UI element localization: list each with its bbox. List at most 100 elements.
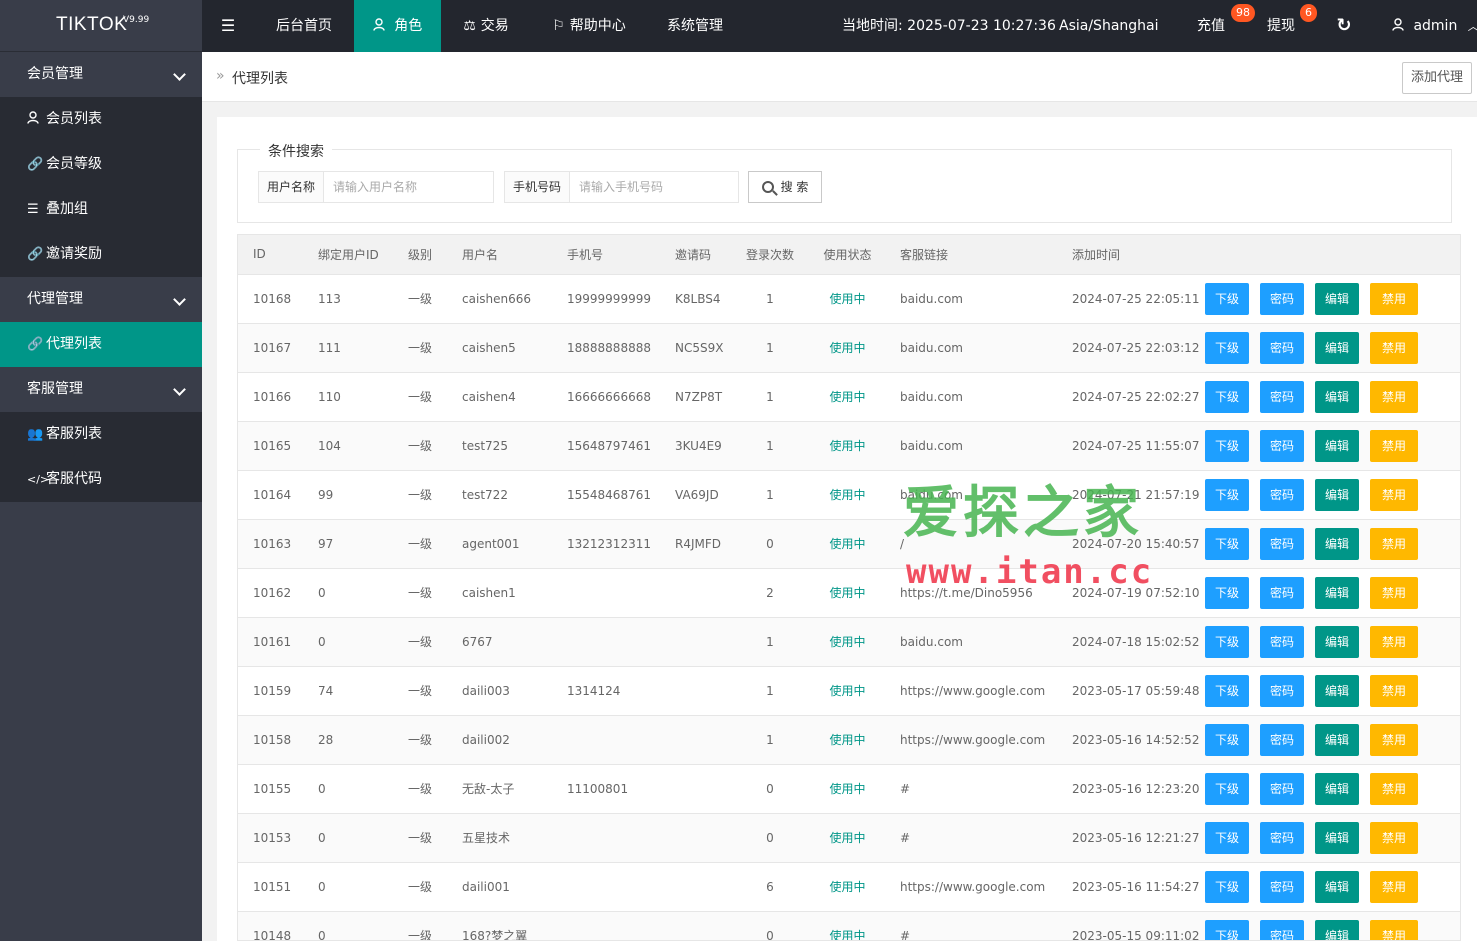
disable-button[interactable]: 禁用 — [1370, 674, 1418, 707]
cell-invite-code: N7ZP8T — [675, 389, 723, 404]
table-row: 10153 0 一级 五星技术 0 使用中 #2023-05-16 12:21:27 下级 密码… — [238, 813, 1460, 862]
add-agent-button[interactable]: 添加代理 — [1402, 62, 1472, 94]
cell-service-link[interactable]: baidu.com — [885, 274, 1057, 323]
cell-service-link[interactable]: # — [885, 813, 1057, 862]
sidebar-item-label: 客服列表 — [46, 426, 102, 442]
sidebar-item-member-list[interactable]: 会员列表 — [0, 97, 202, 142]
cell-status: 使用中 — [829, 831, 866, 845]
edit-button[interactable]: 编辑 — [1315, 625, 1359, 658]
edit-button[interactable]: 编辑 — [1315, 282, 1359, 315]
disable-button[interactable]: 禁用 — [1370, 282, 1418, 315]
disable-button[interactable]: 禁用 — [1370, 723, 1418, 756]
sidebar-group-member[interactable]: 会员管理 — [0, 52, 202, 97]
refresh-button[interactable]: ↻ — [1322, 0, 1366, 52]
cell-login-count: 2 — [766, 585, 774, 600]
password-button[interactable]: 密码 — [1260, 772, 1304, 805]
disable-button[interactable]: 禁用 — [1370, 625, 1418, 658]
disable-button[interactable]: 禁用 — [1370, 772, 1418, 805]
phone-input[interactable] — [571, 172, 738, 202]
user-menu[interactable]: admin ︿ — [1392, 0, 1477, 52]
sidebar-item-agent-list[interactable]: 🔗 代理列表 — [0, 322, 202, 367]
cell-service-link[interactable]: baidu.com — [885, 617, 1057, 666]
nav-home[interactable]: 后台首页 — [254, 0, 354, 52]
cell-username: 无敌-太子 — [462, 782, 515, 796]
password-button[interactable]: 密码 — [1260, 870, 1304, 903]
password-button[interactable]: 密码 — [1260, 723, 1304, 756]
password-button[interactable]: 密码 — [1260, 576, 1304, 609]
edit-button[interactable]: 编辑 — [1315, 674, 1359, 707]
cell-actions: 下级 密码 编辑 禁用 — [1205, 568, 1460, 617]
password-button[interactable]: 密码 — [1260, 674, 1304, 707]
cell-id: 10161 — [253, 634, 292, 649]
disable-button[interactable]: 禁用 — [1370, 380, 1418, 413]
password-button[interactable]: 密码 — [1260, 429, 1304, 462]
subordinate-button[interactable]: 下级 — [1205, 282, 1249, 315]
password-button[interactable]: 密码 — [1260, 821, 1304, 854]
sidebar-item-service-code[interactable]: </>客服代码 — [0, 457, 202, 502]
cell-service-link[interactable]: # — [885, 911, 1057, 940]
nav-role[interactable]: 角色 — [354, 0, 441, 52]
subordinate-button[interactable]: 下级 — [1205, 674, 1249, 707]
subordinate-button[interactable]: 下级 — [1205, 576, 1249, 609]
edit-button[interactable]: 编辑 — [1315, 870, 1359, 903]
disable-button[interactable]: 禁用 — [1370, 919, 1418, 940]
edit-button[interactable]: 编辑 — [1315, 331, 1359, 364]
subordinate-button[interactable]: 下级 — [1205, 723, 1249, 756]
username-input[interactable] — [325, 172, 493, 202]
subordinate-button[interactable]: 下级 — [1205, 478, 1249, 511]
subordinate-button[interactable]: 下级 — [1205, 919, 1249, 940]
search-button[interactable]: 搜 索 — [748, 171, 822, 203]
edit-button[interactable]: 编辑 — [1315, 772, 1359, 805]
disable-button[interactable]: 禁用 — [1370, 821, 1418, 854]
edit-button[interactable]: 编辑 — [1315, 576, 1359, 609]
edit-button[interactable]: 编辑 — [1315, 919, 1359, 940]
password-button[interactable]: 密码 — [1260, 919, 1304, 940]
cell-service-link[interactable]: https://www.google.com — [885, 666, 1057, 715]
cell-service-link[interactable]: # — [885, 764, 1057, 813]
password-button[interactable]: 密码 — [1260, 527, 1304, 560]
table-header: ID 绑定用户ID 级别 用户名 手机号 邀请码 登录次数 使用状态 客服链接 … — [238, 235, 1460, 274]
nav-system[interactable]: 系统管理 — [647, 0, 743, 52]
subordinate-button[interactable]: 下级 — [1205, 331, 1249, 364]
sidebar-item-stack-group[interactable]: ☰ 叠加组 — [0, 187, 202, 232]
nav-trade[interactable]: ⚖ 交易 — [441, 0, 531, 52]
sidebar-group-agent[interactable]: 代理管理 — [0, 277, 202, 322]
password-button[interactable]: 密码 — [1260, 478, 1304, 511]
edit-button[interactable]: 编辑 — [1315, 429, 1359, 462]
disable-button[interactable]: 禁用 — [1370, 870, 1418, 903]
edit-button[interactable]: 编辑 — [1315, 723, 1359, 756]
sidebar-item-invite-reward[interactable]: 🔗 邀请奖励 — [0, 232, 202, 277]
subordinate-button[interactable]: 下级 — [1205, 527, 1249, 560]
sidebar-group-service[interactable]: 客服管理 — [0, 367, 202, 412]
cell-service-link[interactable]: baidu.com — [885, 372, 1057, 421]
password-button[interactable]: 密码 — [1260, 282, 1304, 315]
password-button[interactable]: 密码 — [1260, 380, 1304, 413]
password-button[interactable]: 密码 — [1260, 331, 1304, 364]
subordinate-button[interactable]: 下级 — [1205, 429, 1249, 462]
cell-service-link[interactable]: https://www.google.com — [885, 715, 1057, 764]
disable-button[interactable]: 禁用 — [1370, 478, 1418, 511]
sidebar-item-service-list[interactable]: 👥 客服列表 — [0, 412, 202, 457]
edit-button[interactable]: 编辑 — [1315, 821, 1359, 854]
cell-service-link[interactable]: baidu.com — [885, 421, 1057, 470]
password-button[interactable]: 密码 — [1260, 625, 1304, 658]
nav-help[interactable]: ⚐ 帮助中心 — [531, 0, 647, 52]
subordinate-button[interactable]: 下级 — [1205, 772, 1249, 805]
cell-status: 使用中 — [829, 537, 866, 551]
edit-button[interactable]: 编辑 — [1315, 527, 1359, 560]
sidebar-item-member-level[interactable]: 🔗 会员等级 — [0, 142, 202, 187]
subordinate-button[interactable]: 下级 — [1205, 821, 1249, 854]
subordinate-button[interactable]: 下级 — [1205, 380, 1249, 413]
disable-button[interactable]: 禁用 — [1370, 429, 1418, 462]
disable-button[interactable]: 禁用 — [1370, 576, 1418, 609]
subordinate-button[interactable]: 下级 — [1205, 870, 1249, 903]
disable-button[interactable]: 禁用 — [1370, 527, 1418, 560]
subordinate-button[interactable]: 下级 — [1205, 625, 1249, 658]
cell-service-link[interactable]: https://www.google.com — [885, 862, 1057, 911]
edit-button[interactable]: 编辑 — [1315, 380, 1359, 413]
cell-service-link[interactable]: baidu.com — [885, 323, 1057, 372]
cell-actions: 下级 密码 编辑 禁用 — [1205, 666, 1460, 715]
edit-button[interactable]: 编辑 — [1315, 478, 1359, 511]
disable-button[interactable]: 禁用 — [1370, 331, 1418, 364]
hamburger-button[interactable]: ☰ — [202, 0, 254, 52]
